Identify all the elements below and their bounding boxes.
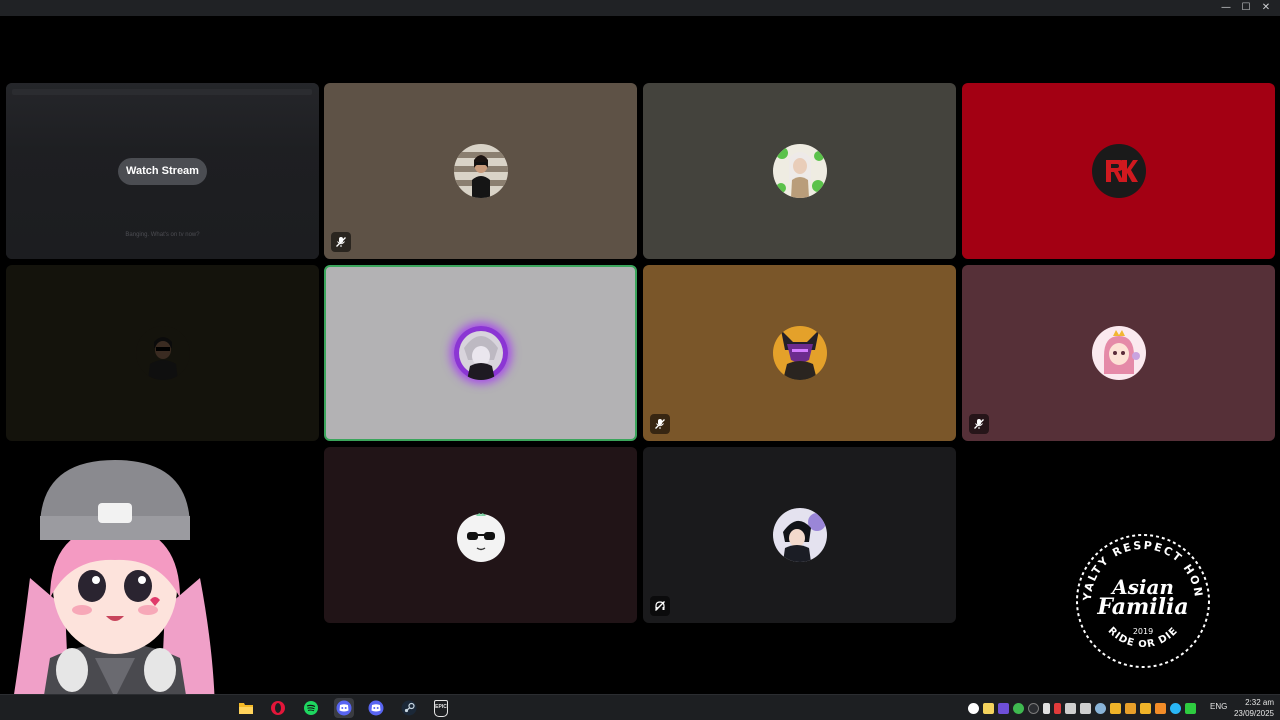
participant-tile[interactable]: [643, 83, 956, 259]
steam-tray-icon[interactable]: [1095, 702, 1106, 714]
app-tray-icon[interactable]: [1155, 702, 1166, 714]
stream-tile[interactable]: Watch Stream Banging. What's on tv now?: [6, 83, 319, 259]
participant-tile[interactable]: [324, 83, 637, 259]
discord-icon[interactable]: [366, 698, 386, 718]
app-tray-icon[interactable]: [983, 702, 994, 714]
stream-preview-bar: [12, 89, 312, 95]
chrome-tray-icon[interactable]: [968, 702, 979, 714]
logo-line2-text: Familia: [1096, 594, 1188, 620]
close-button[interactable]: ✕: [1256, 0, 1276, 16]
asian-familia-logo: LOYALTY RESPECT HONOR Asian Familia 2019…: [1068, 522, 1212, 670]
window-titlebar: — ☐ ✕: [0, 0, 1280, 16]
mic-muted-icon: [331, 232, 351, 252]
clock-date: 23/09/2025: [1233, 709, 1274, 718]
clock-time: 2:32 am: [1245, 698, 1274, 707]
desktop-screen: — ☐ ✕ Watch Stream Banging. What's on tv…: [0, 0, 1280, 720]
participant-avatar: [1091, 326, 1146, 380]
app-tray-icon[interactable]: [1110, 702, 1121, 714]
window-controls: — ☐ ✕: [1216, 0, 1276, 16]
battery-tray-icon[interactable]: [1185, 702, 1196, 714]
logo-year-text: 2019: [1133, 627, 1153, 636]
participant-tile[interactable]: [324, 447, 637, 623]
app-tray-icon[interactable]: [1170, 702, 1181, 714]
language-indicator[interactable]: ENG: [1210, 702, 1227, 711]
participant-tile[interactable]: [6, 265, 319, 441]
participant-tile[interactable]: [962, 83, 1275, 259]
discord-icon[interactable]: [334, 698, 354, 718]
minimize-button[interactable]: —: [1216, 0, 1236, 16]
watch-stream-button[interactable]: Watch Stream: [118, 158, 207, 185]
file-explorer-icon[interactable]: [236, 698, 256, 718]
system-tray: [968, 701, 1200, 715]
participant-avatar: [453, 326, 508, 380]
participant-avatar: [135, 326, 190, 380]
epic-games-icon[interactable]: EPIC: [431, 698, 451, 718]
spotify-icon[interactable]: [301, 698, 321, 718]
deafened-icon: [650, 596, 670, 616]
participant-avatar: [772, 144, 827, 198]
microphone-tray-icon[interactable]: [1043, 702, 1050, 714]
app-tray-icon[interactable]: [1125, 702, 1136, 714]
app-tray-icon[interactable]: [998, 702, 1009, 714]
network-tray-icon[interactable]: [1065, 702, 1076, 714]
maximize-button[interactable]: ☐: [1236, 0, 1256, 16]
vtuber-avatar-overlay: [10, 458, 220, 720]
participant-tile[interactable]: [962, 265, 1275, 441]
opera-icon[interactable]: [268, 698, 288, 718]
steam-icon[interactable]: [399, 698, 419, 718]
mic-muted-icon: [650, 414, 670, 434]
participant-avatar: [772, 508, 827, 562]
mic-muted-icon: [969, 414, 989, 434]
participant-avatar: [454, 508, 508, 562]
taskbar: EPIC ENG 2:32 am 23/09/2025: [0, 694, 1280, 720]
participant-tile[interactable]: [643, 447, 956, 623]
app-tray-icon[interactable]: [1028, 702, 1039, 714]
app-tray-icon[interactable]: [1013, 702, 1024, 714]
epic-games-label: EPIC: [434, 699, 448, 717]
volume-tray-icon[interactable]: [1080, 702, 1091, 714]
stream-caption: Banging. What's on tv now?: [125, 232, 200, 238]
mic-alert-tray-icon[interactable]: [1054, 702, 1061, 714]
taskbar-clock[interactable]: 2:32 am 23/09/2025: [1232, 697, 1274, 719]
participant-avatar: [453, 144, 508, 198]
app-tray-icon[interactable]: [1140, 702, 1151, 714]
participant-avatar: [1091, 144, 1146, 198]
participant-avatar: [772, 326, 827, 380]
participant-tile[interactable]: [643, 265, 956, 441]
participant-tile-speaking[interactable]: [324, 265, 637, 441]
